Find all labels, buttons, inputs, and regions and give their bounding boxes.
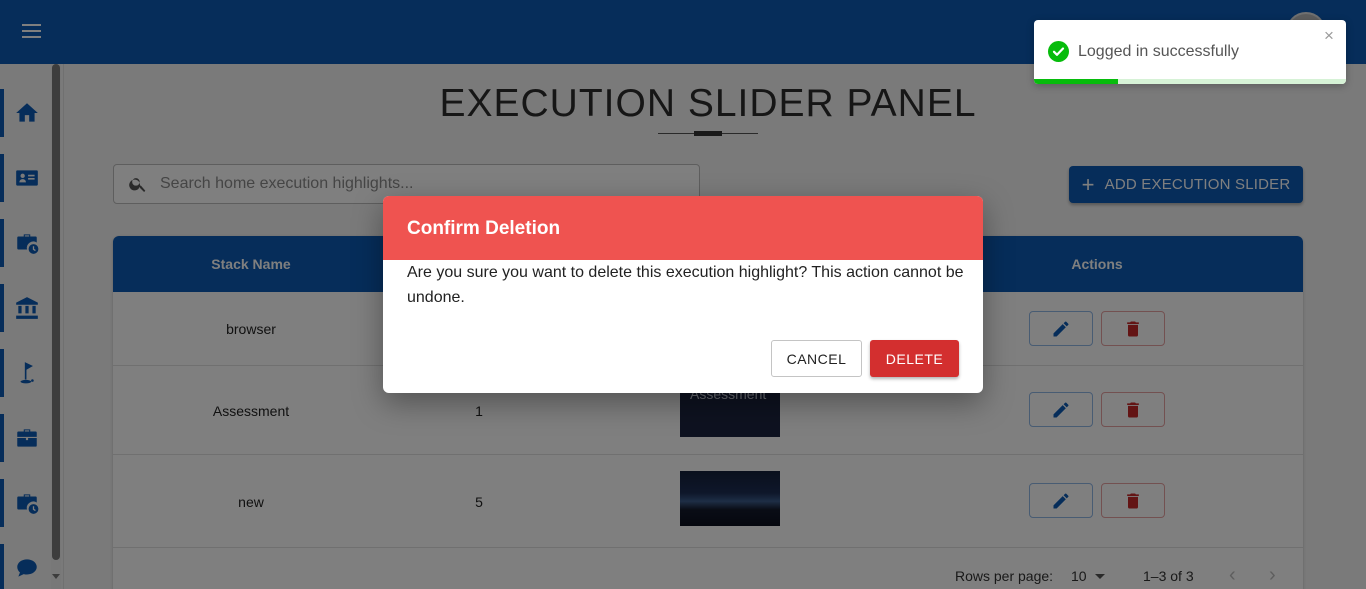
confirm-deletion-dialog: Confirm Deletion Are you sure you want t… — [383, 196, 983, 393]
close-icon[interactable]: × — [1324, 26, 1334, 46]
success-toast: Logged in successfully × — [1034, 20, 1346, 84]
toast-message: Logged in successfully — [1078, 43, 1239, 60]
dialog-title: Confirm Deletion — [383, 196, 983, 260]
dialog-message: Are you sure you want to delete this exe… — [407, 264, 964, 306]
cancel-button[interactable]: CANCEL — [771, 340, 862, 377]
toast-progress-bar — [1034, 79, 1119, 84]
check-circle-icon — [1048, 41, 1069, 62]
confirm-delete-button[interactable]: DELETE — [870, 340, 959, 377]
